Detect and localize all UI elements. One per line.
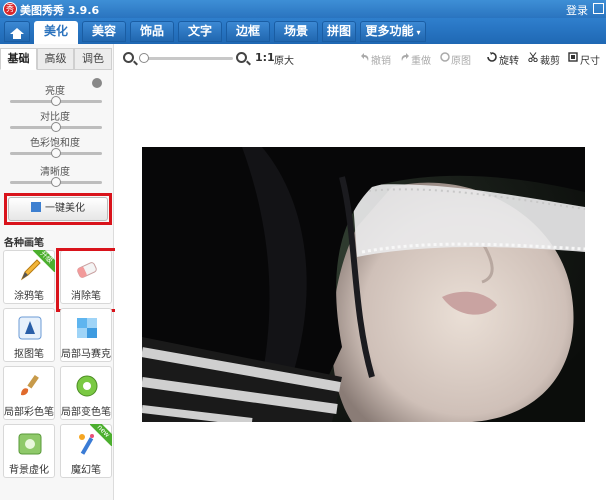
tool-magic-pen-label: 魔幻笔	[71, 465, 101, 476]
subtab-advanced[interactable]: 高级	[37, 48, 74, 70]
tab-home[interactable]	[4, 21, 30, 42]
tool-mosaic[interactable]: 局部马赛克	[60, 308, 112, 362]
contrast-label: 对比度	[40, 112, 70, 123]
tool-background-blur[interactable]: 背景虚化	[3, 424, 55, 478]
saturation-slider[interactable]	[10, 148, 102, 158]
undo-icon	[361, 53, 369, 61]
tool-background-blur-label: 背景虚化	[9, 465, 49, 476]
pen-nib-icon	[18, 316, 42, 340]
edited-photo[interactable]	[142, 147, 585, 422]
sharpness-slider-knob[interactable]	[51, 177, 61, 187]
contrast-slider-knob[interactable]	[51, 122, 61, 132]
tool-cutout-pen[interactable]: 抠图笔	[3, 308, 55, 362]
tab-more[interactable]: 更多功能 ▾	[360, 21, 426, 42]
tab-border[interactable]: 边框	[226, 21, 270, 42]
original-size-button[interactable]: 原大	[274, 52, 294, 67]
onekey-beautify-button[interactable]: 一键美化	[8, 197, 108, 221]
original-button[interactable]: 原图	[451, 52, 471, 67]
rotate-button[interactable]: 旋转	[499, 52, 519, 67]
tool-color-change[interactable]: 局部变色笔	[60, 366, 112, 420]
wand-icon	[31, 202, 41, 212]
scissors-icon	[528, 52, 538, 62]
redo-icon	[401, 53, 409, 61]
tool-doodle-pen[interactable]: 升级 涂鸦笔	[3, 250, 55, 304]
tool-color-change-label: 局部变色笔	[61, 407, 111, 418]
resize-icon	[568, 52, 578, 62]
portrait-image	[142, 147, 585, 422]
rotate-icon	[487, 52, 497, 62]
tab-scene[interactable]: 场景	[274, 21, 318, 42]
tool-color-brush-label: 局部彩色笔	[4, 407, 54, 418]
new-badge: new	[90, 424, 112, 446]
brushes-section-title: 各种画笔	[4, 238, 44, 249]
actual-ratio-button[interactable]: 1:1	[255, 51, 275, 64]
home-icon	[10, 28, 24, 39]
tool-magic-pen[interactable]: new 魔幻笔	[60, 424, 112, 478]
saturation-label: 色彩饱和度	[30, 138, 80, 149]
zoom-out-icon[interactable]	[123, 52, 134, 63]
sharpness-label: 清晰度	[40, 167, 70, 178]
undo-button[interactable]: 撤销	[371, 52, 391, 67]
tab-accessories[interactable]: 饰品	[130, 21, 174, 42]
subtab-basic[interactable]: 基础	[0, 48, 37, 70]
app-title: 美图秀秀 3.9.6	[20, 4, 100, 17]
mosaic-icon	[77, 318, 97, 338]
tab-beauty[interactable]: 美容	[82, 21, 126, 42]
redo-button[interactable]: 重做	[411, 52, 431, 67]
zoom-in-icon[interactable]	[236, 52, 247, 63]
brightness-label: 亮度	[45, 86, 65, 97]
app-logo-icon: 秀	[3, 2, 17, 16]
tab-text[interactable]: 文字	[178, 21, 222, 42]
menu-bar: 美化 美容 饰品 文字 边框 场景 拼图 更多功能 ▾	[0, 18, 606, 44]
tool-mosaic-label: 局部马赛克	[61, 349, 111, 360]
eraser-highlight-box	[56, 248, 118, 312]
zoom-slider[interactable]	[139, 53, 233, 63]
zoom-slider-knob[interactable]	[139, 53, 149, 63]
upgrade-badge: 升级	[33, 250, 55, 272]
minimize-icon[interactable]	[593, 3, 604, 14]
size-button[interactable]: 尺寸	[580, 52, 600, 67]
original-icon	[440, 52, 450, 62]
subtab-tone[interactable]: 调色	[74, 48, 112, 70]
blur-icon	[18, 433, 42, 455]
login-link[interactable]: 登录	[566, 2, 588, 18]
top-toolbar: 1:1 原大 撤销 重做 原图 旋转 裁剪 尺寸	[115, 44, 606, 72]
chevron-down-icon: ▾	[416, 28, 421, 37]
color-change-icon	[76, 375, 98, 397]
tab-collage[interactable]: 拼图	[322, 21, 356, 42]
brightness-slider-knob[interactable]	[51, 96, 61, 106]
canvas-area[interactable]	[115, 72, 606, 500]
onekey-beautify-label: 一键美化	[45, 203, 85, 214]
tool-doodle-pen-label: 涂鸦笔	[14, 291, 44, 302]
tool-cutout-pen-label: 抠图笔	[14, 349, 44, 360]
tab-more-label: 更多功能	[365, 24, 414, 38]
crop-button[interactable]: 裁剪	[540, 52, 560, 67]
tab-beautify[interactable]: 美化	[34, 21, 78, 44]
saturation-slider-knob[interactable]	[51, 148, 61, 158]
title-bar: 秀 美图秀秀 3.9.6 登录	[0, 0, 606, 18]
contrast-slider[interactable]	[10, 122, 102, 132]
color-brush-icon	[21, 374, 39, 396]
sharpness-slider[interactable]	[10, 177, 102, 187]
tool-color-brush[interactable]: 局部彩色笔	[3, 366, 55, 420]
brightness-slider[interactable]	[10, 96, 102, 106]
